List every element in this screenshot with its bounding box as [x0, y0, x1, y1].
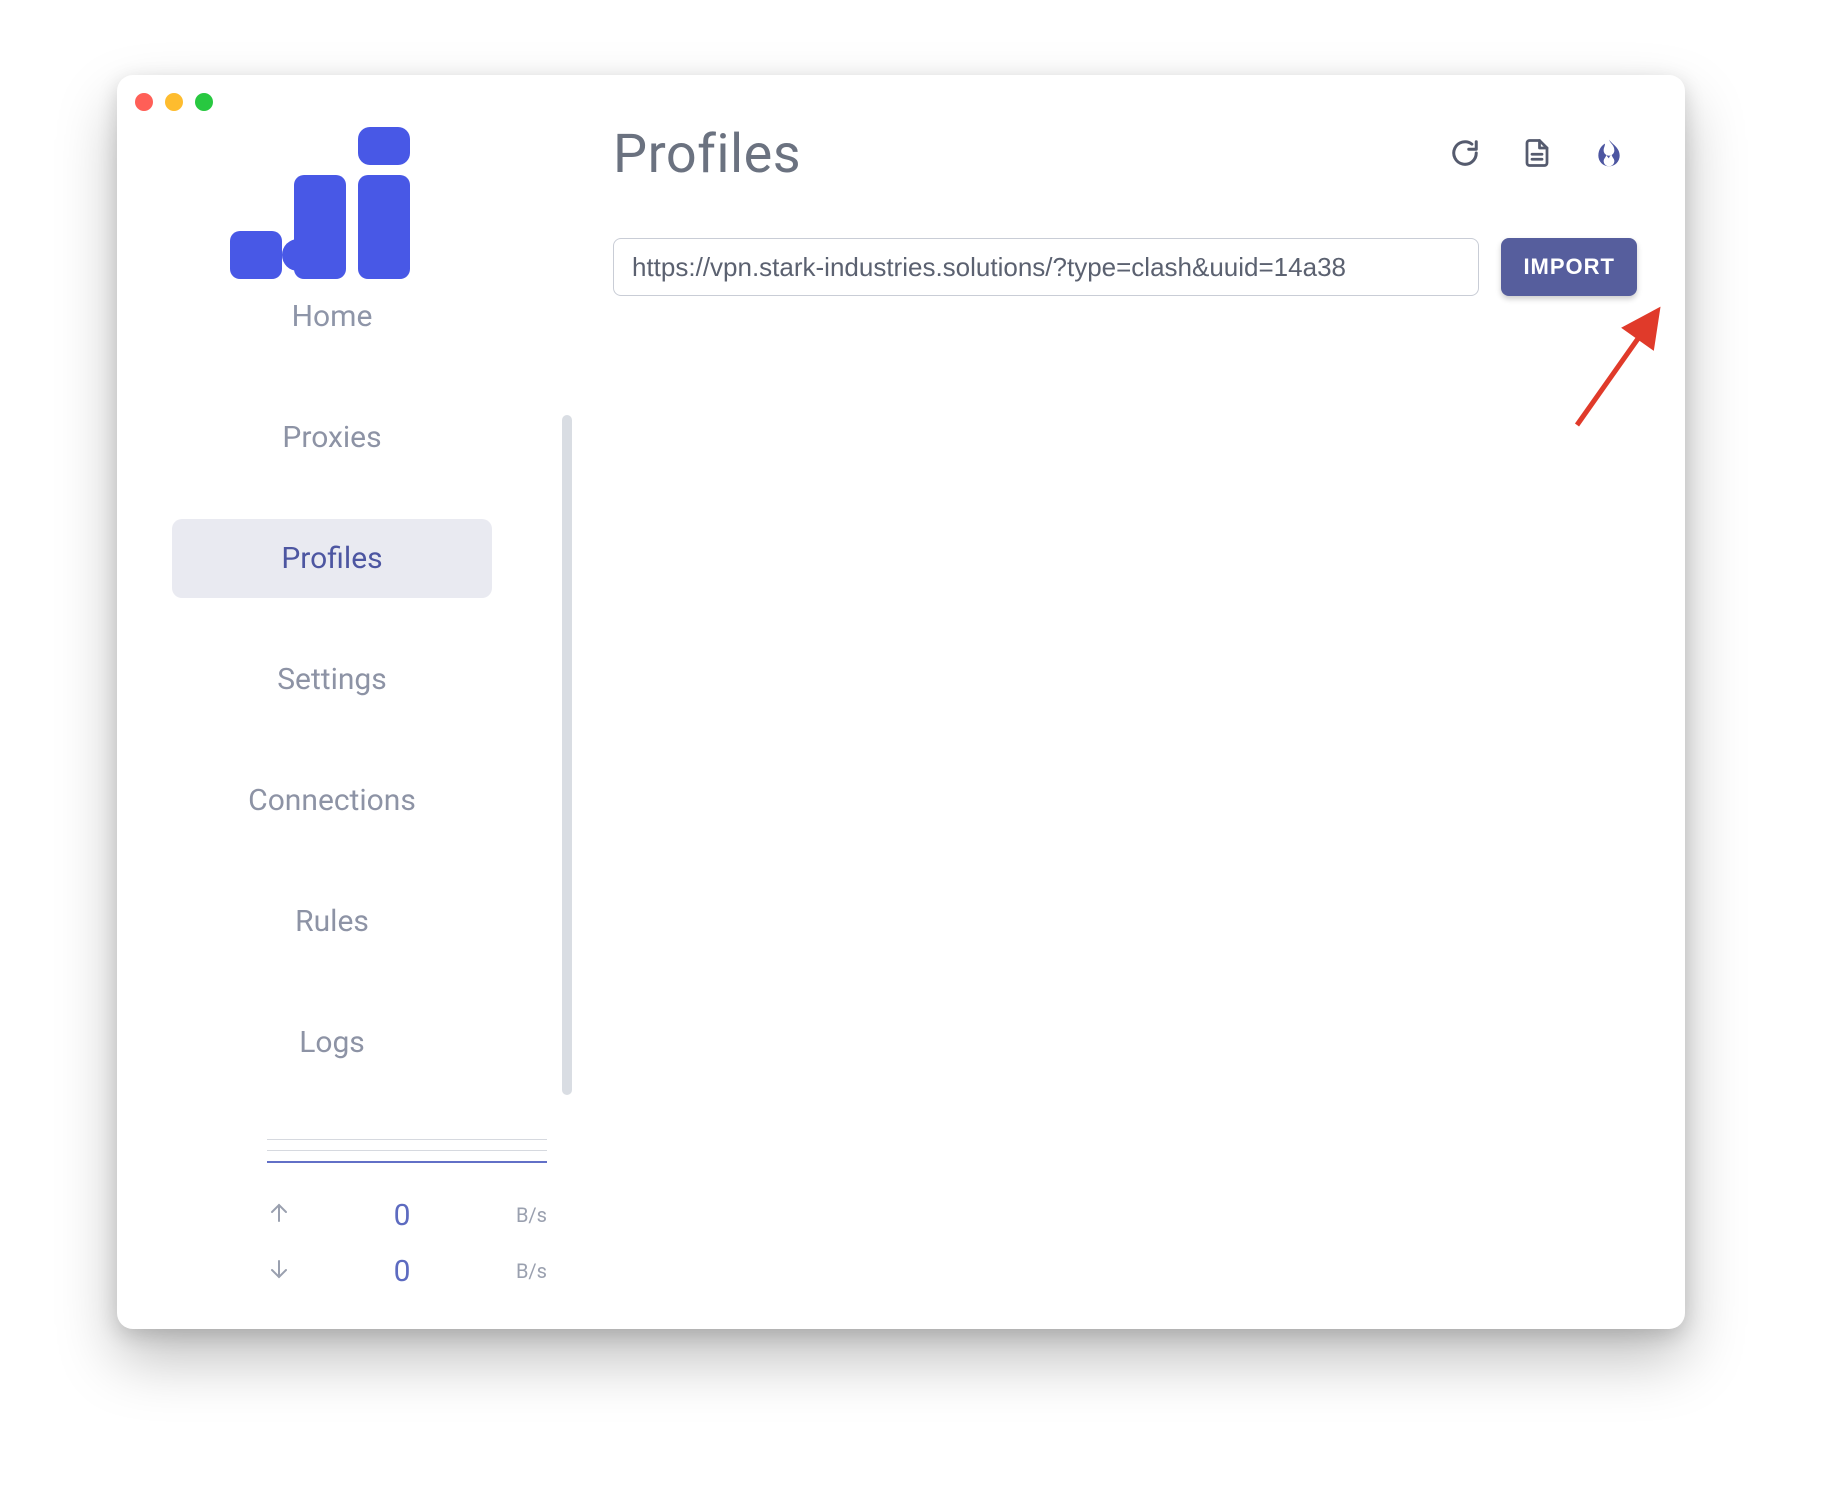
- main-content: Profiles: [613, 75, 1685, 1329]
- upload-stat: 0 B/s: [267, 1187, 547, 1243]
- upload-value: 0: [317, 1198, 487, 1233]
- sidebar: Home Proxies Profiles Settings Connectio…: [117, 75, 547, 1329]
- file-icon: [1522, 137, 1552, 173]
- app-logo: [202, 119, 462, 289]
- divider: [267, 1150, 547, 1151]
- header: Profiles: [613, 123, 1637, 186]
- refresh-icon: [1450, 138, 1480, 172]
- app-window: Home Proxies Profiles Settings Connectio…: [117, 75, 1685, 1329]
- divider-accent: [267, 1161, 547, 1163]
- sidebar-scrollbar[interactable]: [562, 415, 572, 1095]
- download-value: 0: [317, 1254, 487, 1289]
- sidebar-item-connections[interactable]: Connections: [172, 761, 492, 840]
- arrow-down-icon: [267, 1257, 317, 1285]
- page-title: Profiles: [613, 123, 801, 186]
- sidebar-item-label: Home: [292, 299, 373, 334]
- sidebar-item-proxies[interactable]: Proxies: [172, 398, 492, 477]
- sidebar-item-logs[interactable]: Logs: [172, 1003, 492, 1082]
- sidebar-item-label: Profiles: [281, 541, 382, 576]
- sidebar-item-label: Proxies: [282, 420, 381, 455]
- sidebar-item-label: Logs: [299, 1025, 365, 1060]
- url-row: IMPORT: [613, 238, 1637, 296]
- sidebar-item-label: Settings: [277, 662, 387, 697]
- sidebar-item-label: Connections: [248, 783, 416, 818]
- header-actions: [1445, 135, 1629, 175]
- sidebar-item-profiles[interactable]: Profiles: [172, 519, 492, 598]
- sidebar-nav: Home Proxies Profiles Settings Connectio…: [117, 305, 547, 1082]
- upload-unit: B/s: [487, 1203, 547, 1227]
- net-stats: 0 B/s 0 B/s: [267, 1129, 547, 1299]
- refresh-button[interactable]: [1445, 135, 1485, 175]
- sidebar-item-label: Rules: [295, 904, 369, 939]
- sidebar-item-settings[interactable]: Settings: [172, 640, 492, 719]
- download-unit: B/s: [487, 1259, 547, 1283]
- fire-icon: [1593, 136, 1625, 174]
- open-file-button[interactable]: [1517, 135, 1557, 175]
- divider: [267, 1139, 547, 1140]
- sidebar-item-home[interactable]: Home: [172, 299, 492, 356]
- download-stat: 0 B/s: [267, 1243, 547, 1299]
- profile-url-input[interactable]: [613, 238, 1479, 296]
- clear-button[interactable]: [1589, 135, 1629, 175]
- arrow-up-icon: [267, 1201, 317, 1229]
- sidebar-item-rules[interactable]: Rules: [172, 882, 492, 961]
- import-button[interactable]: IMPORT: [1501, 238, 1637, 296]
